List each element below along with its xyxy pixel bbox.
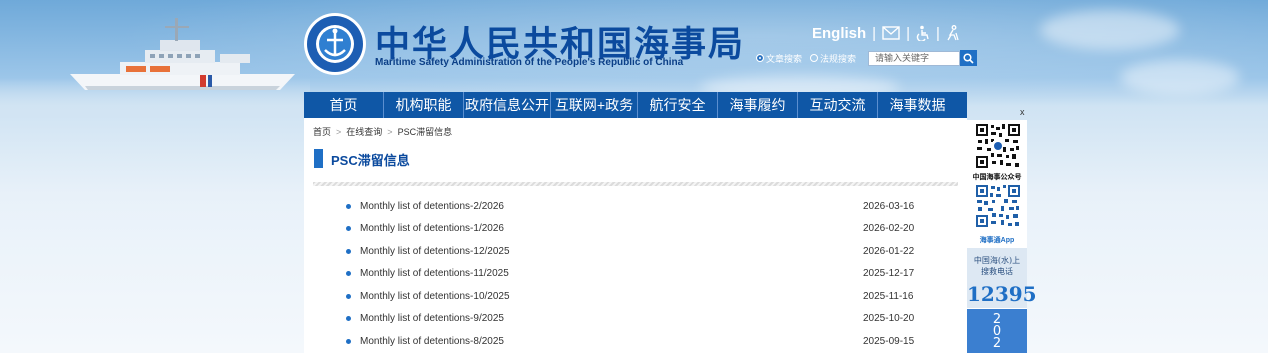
list-item[interactable]: Monthly list of detentions-2/2026 2026-0…	[304, 199, 967, 215]
list-item[interactable]: Monthly list of detentions-12/2025 2026-…	[304, 244, 967, 260]
msa-logo	[304, 13, 366, 75]
list-item[interactable]: Monthly list of detentions-1/2026 2026-0…	[304, 221, 967, 237]
accessibility-icon[interactable]	[916, 25, 930, 41]
english-link[interactable]: English	[812, 25, 866, 42]
cloud-decoration	[1120, 60, 1240, 95]
wechat-qr-code[interactable]	[975, 123, 1021, 169]
list-item[interactable]: Monthly list of detentions-9/2025 2025-1…	[304, 311, 967, 327]
law-search-label[interactable]: 法规搜索	[820, 52, 856, 65]
hotline-number: 12395	[967, 282, 1037, 306]
list-item-date: 2025-09-15	[863, 336, 915, 347]
float-panel: 中国海事公众号 海事通App 中国海(水)上 搜救电话 12395 2 0 2	[967, 120, 1037, 353]
toolbar-separator: |	[906, 24, 910, 42]
list-item[interactable]: Monthly list of detentions-10/2025 2025-…	[304, 289, 967, 305]
toolbar-separator: |	[935, 24, 940, 42]
nav-item-home[interactable]: 首页	[304, 92, 384, 118]
article-search-radio[interactable]	[756, 54, 764, 62]
year-banner[interactable]: 2 0 2	[967, 309, 1027, 353]
list-item-date: 2026-02-20	[863, 223, 915, 234]
bullet-icon	[346, 316, 351, 321]
law-search-radio[interactable]	[810, 54, 819, 62]
bullet-icon	[346, 204, 351, 209]
breadcrumb: 首页 > 在线查询 > PSC滞留信息	[313, 125, 452, 138]
app-qr-code[interactable]	[975, 184, 1021, 228]
cloud-decoration	[1040, 10, 1180, 50]
breadcrumb-separator: >	[387, 127, 393, 137]
section-title-marker	[314, 149, 323, 168]
page-title: PSC滞留信息	[331, 153, 410, 168]
list-item-date: 2025-11-16	[863, 291, 914, 302]
list-item-date: 2025-10-20	[863, 313, 915, 324]
year-digit: 2	[992, 336, 1002, 351]
main-nav: 首页 机构职能 政府信息公开 互联网+政务 航行安全 海事履约 互动交流 海事数…	[304, 92, 967, 118]
breadcrumb-separator: >	[336, 127, 342, 137]
nav-item-interaction[interactable]: 互动交流	[798, 92, 878, 118]
nav-item-navigation-safety[interactable]: 航行安全	[638, 92, 718, 118]
bullet-icon	[346, 271, 351, 276]
list-item-title[interactable]: Monthly list of detentions-12/2025	[360, 246, 510, 257]
wechat-qr-label: 中国海事公众号	[972, 174, 1022, 181]
hotline-label: 中国海(水)上 搜救电话	[973, 256, 1021, 276]
list-item[interactable]: Monthly list of detentions-8/2025 2025-0…	[304, 334, 967, 350]
list-item[interactable]: Monthly list of detentions-11/2025 2025-…	[304, 266, 967, 282]
site-subtitle: Maritime Safety Administration of the Pe…	[375, 57, 684, 68]
list-item-date: 2026-01-22	[863, 246, 915, 257]
breadcrumb-online-query[interactable]: 在线查询	[346, 127, 382, 137]
elder-care-icon[interactable]	[946, 25, 960, 41]
nav-item-functions[interactable]: 机构职能	[384, 92, 464, 118]
article-search-label[interactable]: 文章搜索	[766, 52, 802, 65]
float-panel-close-button[interactable]: x	[1020, 107, 1025, 117]
list-item-title[interactable]: Monthly list of detentions-10/2025	[360, 291, 510, 302]
bullet-icon	[346, 226, 351, 231]
rescue-hotline-banner[interactable]: 中国海(水)上 搜救电话 12395	[967, 248, 1037, 308]
breadcrumb-home[interactable]: 首页	[313, 127, 331, 137]
nav-item-data[interactable]: 海事数据	[878, 92, 957, 118]
top-toolbar: English | | |	[812, 22, 960, 44]
list-item-title[interactable]: Monthly list of detentions-2/2026	[360, 201, 504, 212]
toolbar-separator: |	[872, 24, 877, 42]
list-item-title[interactable]: Monthly list of detentions-1/2026	[360, 223, 504, 234]
mail-icon[interactable]	[882, 26, 900, 40]
patrol-ship-image	[70, 18, 295, 90]
bullet-icon	[346, 249, 351, 254]
bullet-icon	[346, 339, 351, 344]
content-panel: 首页 > 在线查询 > PSC滞留信息 PSC滞留信息 Monthly list of …	[304, 118, 967, 353]
search-button[interactable]	[960, 50, 978, 66]
nav-item-internet-gov[interactable]: 互联网+政务	[551, 92, 638, 118]
list-item-date: 2026-03-16	[863, 201, 915, 212]
list-item-title[interactable]: Monthly list of detentions-8/2025	[360, 336, 504, 347]
nav-item-compliance[interactable]: 海事履约	[718, 92, 798, 118]
search-icon	[963, 52, 974, 64]
list-item-date: 2025-12-17	[863, 268, 915, 279]
bullet-icon	[346, 294, 351, 299]
list-item-title[interactable]: Monthly list of detentions-9/2025	[360, 313, 504, 324]
search-input[interactable]: 请输入关键字	[868, 50, 961, 66]
breadcrumb-current: PSC滞留信息	[397, 127, 453, 137]
nav-item-gov-info[interactable]: 政府信息公开	[464, 92, 551, 118]
section-divider	[313, 182, 958, 186]
search-bar: 文章搜索 法规搜索 请输入关键字	[756, 50, 978, 66]
app-qr-label: 海事通App	[979, 237, 1015, 244]
list-item-title[interactable]: Monthly list of detentions-11/2025	[360, 268, 509, 279]
